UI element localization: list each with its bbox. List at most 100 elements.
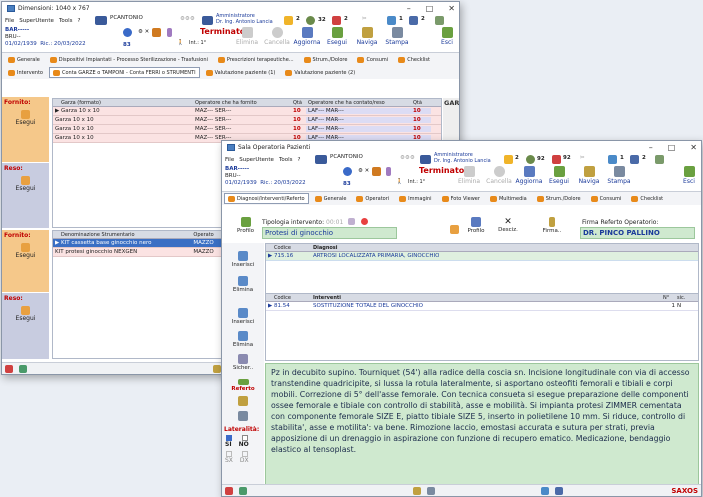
settings-icon[interactable]: ⚙ ✕: [138, 29, 149, 35]
tab-generale[interactable]: Generale: [4, 54, 44, 65]
firma-field[interactable]: DR. PINCO PALLINO: [580, 227, 695, 239]
tab-valutazione-1[interactable]: Valutazione paziente (1): [202, 67, 280, 78]
menu-file[interactable]: File: [5, 18, 14, 24]
doc-icon[interactable]: [409, 16, 418, 25]
tab-immagini[interactable]: Immagini: [395, 193, 435, 204]
folder-icon[interactable]: [504, 155, 513, 164]
search-icon[interactable]: [306, 16, 315, 25]
chart-icon[interactable]: [608, 155, 617, 164]
elimina-button[interactable]: Elimina: [232, 27, 262, 46]
settings-icon[interactable]: ⚙ ✕: [358, 168, 369, 174]
calc-icon[interactable]: [655, 155, 664, 164]
users-icon[interactable]: [541, 486, 549, 495]
alert-icon[interactable]: [552, 155, 561, 164]
power-icon[interactable]: [225, 486, 233, 495]
elimina-diag-button[interactable]: Elimina: [222, 276, 264, 293]
referto-arrow-icon[interactable]: [222, 396, 264, 407]
tab-diagnosi[interactable]: Diagnosi/Interventi/Referto: [224, 193, 309, 204]
referto-settings-icon[interactable]: [222, 411, 264, 422]
aggiorna-button[interactable]: Aggiorna: [292, 27, 322, 46]
tab-consumi[interactable]: Consumi: [353, 54, 392, 65]
stampa-button[interactable]: Stampa: [604, 166, 634, 185]
doc-icon[interactable]: [630, 155, 639, 164]
link-icon[interactable]: ✂: [580, 155, 585, 161]
esegui-icon[interactable]: [21, 306, 30, 315]
menu-superutente[interactable]: SuperUtente: [239, 157, 274, 163]
table-row[interactable]: ▶ Garza 10 x 10 MAZ--- SER--- 10 LAF--- MAR…: [53, 107, 441, 116]
refresh-icon[interactable]: [239, 486, 247, 495]
tools-icon[interactable]: [413, 486, 421, 495]
tab-valutazione-2[interactable]: Valutazione paziente (2): [281, 67, 359, 78]
tab-strum-dolore[interactable]: Strum./Dolore: [300, 54, 352, 65]
naviga-button[interactable]: Naviga: [352, 27, 382, 46]
fornito-esegui[interactable]: Esegui: [16, 119, 36, 126]
tab-checklist[interactable]: Checklist: [394, 54, 434, 65]
esci-button[interactable]: Esci: [432, 27, 459, 46]
menu-help[interactable]: ?: [298, 157, 301, 163]
calendar-icon[interactable]: [450, 225, 459, 234]
alert-icon[interactable]: [332, 16, 341, 25]
maximize-icon[interactable]: □: [668, 143, 676, 152]
tab-consumi[interactable]: Consumi: [587, 193, 626, 204]
grid-icon[interactable]: [555, 486, 563, 495]
esegui-icon[interactable]: [21, 243, 30, 252]
table-row[interactable]: Garza 10 x 10 MAZ--- SER--- 10 LAF--- MAR--…: [53, 116, 441, 125]
reso2-esegui[interactable]: Esegui: [16, 315, 36, 322]
aggiorna-button[interactable]: Aggiorna: [514, 166, 544, 185]
tab-prescrizioni[interactable]: Prescrizioni terapeutiche...: [214, 54, 298, 65]
tab-generale[interactable]: Generale: [311, 193, 351, 204]
table-row[interactable]: ▶ 715.16 ARTROSI LOCALIZZATA PRIMARIA, GI…: [266, 252, 698, 261]
table-row[interactable]: KIT protesi ginocchio NEXGEN MAZZO: [53, 248, 226, 257]
table-row[interactable]: Garza 10 x 10 MAZ--- SER--- 10 LAF--- MAR--…: [53, 125, 441, 134]
inserisci-int-button[interactable]: Inserisci: [222, 308, 264, 325]
elimina-int-button[interactable]: Elimina: [222, 331, 264, 348]
search-icon[interactable]: [526, 155, 535, 164]
menu-file[interactable]: File: [225, 157, 234, 163]
tipologia-field[interactable]: Protesi di ginocchio: [262, 227, 397, 239]
elimina-button[interactable]: Elimina: [454, 166, 484, 185]
pen-icon[interactable]: [386, 167, 391, 176]
sicher-button[interactable]: Sicher..: [222, 354, 264, 371]
menu-superutente[interactable]: SuperUtente: [19, 18, 54, 24]
stampa-button[interactable]: Stampa: [382, 27, 412, 46]
esegui-icon[interactable]: [21, 176, 30, 185]
table-row[interactable]: ▶ 81.54 SOSTITUZIONE TOTALE DEL GINOCCHIO…: [266, 302, 698, 311]
emoji-icon[interactable]: [361, 218, 368, 225]
inserisci-diag-button[interactable]: Inserisci: [222, 251, 264, 268]
menu-help[interactable]: ?: [78, 18, 81, 24]
tab-dispositivi[interactable]: Dispositivi Impiantati - Processo Steril…: [46, 54, 212, 65]
naviga-button[interactable]: Naviga: [574, 166, 604, 185]
esegui-button[interactable]: Esegui: [544, 166, 574, 185]
tab-operatori[interactable]: Operatori: [352, 193, 393, 204]
cancella-button[interactable]: Cancella: [262, 27, 292, 46]
chart-icon[interactable]: [387, 16, 396, 25]
eraser-icon[interactable]: [348, 218, 355, 225]
esegui-icon[interactable]: [21, 110, 30, 119]
profilo2-button[interactable]: Profilo: [461, 217, 491, 234]
folder-icon[interactable]: [284, 16, 293, 25]
link-icon[interactable]: ✂: [362, 16, 367, 22]
esci-button[interactable]: Esci: [674, 166, 701, 185]
fornito2-esegui[interactable]: Esegui: [16, 252, 36, 259]
menu-tools[interactable]: Tools: [59, 18, 73, 24]
tab-foto-viewer[interactable]: Foto Viewer: [438, 193, 484, 204]
network-status-icon[interactable]: [427, 486, 435, 495]
tab-multimedia[interactable]: Multimedia: [486, 193, 531, 204]
tab-checklist[interactable]: Checklist: [627, 193, 667, 204]
descriz-button[interactable]: ✕ Desciz.: [493, 217, 523, 233]
maximize-icon[interactable]: □: [426, 4, 434, 13]
tab-strum-dolore[interactable]: Strum./Dolore: [533, 193, 585, 204]
power-icon[interactable]: [5, 364, 13, 373]
close-icon[interactable]: ✕: [690, 143, 697, 152]
tools-icon[interactable]: [213, 364, 221, 373]
close-icon[interactable]: ✕: [448, 4, 455, 13]
table-row[interactable]: ▶ KIT cassetta base ginocchio nero MAZZO: [53, 239, 226, 248]
esegui-button[interactable]: Esegui: [322, 27, 352, 46]
tab-conta-garze[interactable]: Conta GARZE o TAMPONI - Conta FERRI o ST…: [48, 67, 200, 78]
minimize-icon[interactable]: –: [407, 4, 411, 13]
referto-textarea[interactable]: Pz in decubito supino. Tourniquet (54') …: [265, 363, 699, 485]
tab-intervento[interactable]: Intervento: [4, 67, 47, 78]
menu-tools[interactable]: Tools: [279, 157, 293, 163]
reso-esegui[interactable]: Esegui: [16, 185, 36, 192]
pen-icon[interactable]: [167, 28, 172, 37]
